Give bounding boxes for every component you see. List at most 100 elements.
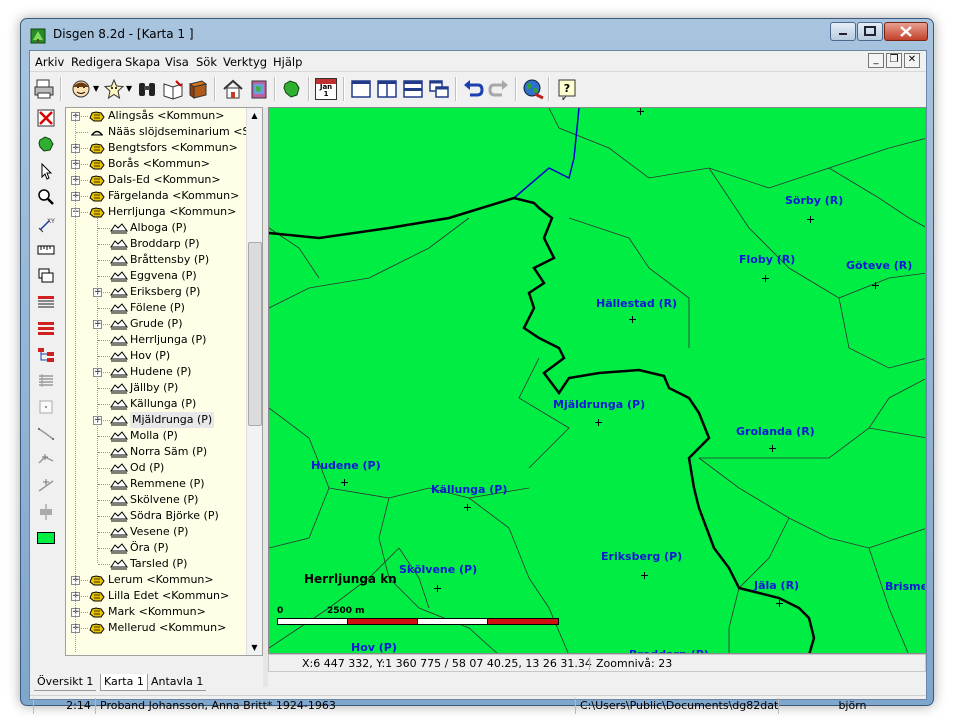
find-person-icon[interactable] xyxy=(103,78,125,100)
map-region-icon[interactable] xyxy=(281,78,303,100)
cascade-pane-icon[interactable] xyxy=(428,78,450,100)
place-marker-icon[interactable] xyxy=(769,445,776,452)
layers-icon[interactable] xyxy=(37,267,55,285)
map-place-label[interactable]: Brisme xyxy=(885,580,925,593)
single-pane-icon[interactable] xyxy=(350,78,372,100)
coordinate-icon[interactable]: XY xyxy=(37,215,55,233)
delete-icon[interactable] xyxy=(37,109,55,127)
menu-hjalp[interactable]: Hjälp xyxy=(273,55,302,69)
place-marker-icon[interactable] xyxy=(637,108,644,115)
place-marker-icon[interactable] xyxy=(807,216,814,223)
tree-connector xyxy=(98,548,110,549)
tree-connector xyxy=(98,564,110,565)
place-tree[interactable]: + Alingsås <Kommun> Nääs slöjdseminarium <… xyxy=(65,107,263,656)
place-marker-icon[interactable] xyxy=(776,600,783,607)
list-gray-icon[interactable] xyxy=(37,372,55,390)
tree-scrollbar[interactable]: ▲ ▼ xyxy=(246,108,262,655)
place-marker-icon[interactable] xyxy=(341,479,348,486)
minimize-button[interactable] xyxy=(830,22,856,41)
place-marker-icon[interactable] xyxy=(464,504,471,511)
map-book-icon[interactable] xyxy=(248,78,270,100)
scroll-down-button[interactable]: ▼ xyxy=(247,640,262,655)
place-marker-icon[interactable] xyxy=(595,419,602,426)
globe-icon[interactable] xyxy=(522,78,544,100)
tree-item-label: Od (P) xyxy=(130,461,165,474)
pointer-icon[interactable] xyxy=(37,162,55,180)
toolbar-separator xyxy=(515,77,517,101)
map-place-label[interactable]: Hällestad (R) xyxy=(596,297,677,310)
tab-antavla[interactable]: Antavla 1 xyxy=(148,674,207,691)
mdi-minimize-button[interactable]: _ xyxy=(868,53,884,68)
stacked-pane-icon[interactable] xyxy=(402,78,424,100)
map-place-label[interactable]: Grolanda (R) xyxy=(736,425,815,438)
line-edit-icon[interactable] xyxy=(37,477,55,495)
chevron-down-icon[interactable]: ▼ xyxy=(93,84,99,93)
list-red-bold-icon[interactable] xyxy=(37,320,55,338)
home-icon[interactable] xyxy=(222,78,244,100)
menu-verktyg[interactable]: Verktyg xyxy=(223,55,267,69)
menu-skapa[interactable]: Skapa xyxy=(125,55,160,69)
map-place-label[interactable]: Eriksberg (P) xyxy=(601,550,682,563)
menu-redigera[interactable]: Redigera xyxy=(71,55,122,69)
help-icon[interactable]: ? xyxy=(556,78,578,100)
scroll-thumb[interactable] xyxy=(248,242,262,426)
open-book-icon[interactable] xyxy=(162,78,184,100)
binoculars-icon[interactable] xyxy=(136,78,158,100)
map-view[interactable]: Sörby (R) Floby (R) Göteve (R) Hällestad (R… xyxy=(268,107,926,654)
close-button[interactable] xyxy=(884,22,928,41)
chevron-down-icon[interactable]: ▼ xyxy=(126,84,132,93)
map-place-label[interactable]: Källunga (P) xyxy=(431,483,507,496)
map-place-label[interactable]: Göteve (R) xyxy=(846,259,912,272)
green-rect-icon[interactable] xyxy=(37,529,55,547)
maximize-button[interactable] xyxy=(857,22,883,41)
tree-item-label: Mellerud <Kommun> xyxy=(108,621,227,634)
menu-arkiv[interactable]: Arkiv xyxy=(35,55,64,69)
place-marker-icon[interactable] xyxy=(872,282,879,289)
tree-connector xyxy=(98,436,110,437)
map-place-label[interactable]: Hudene (P) xyxy=(311,459,381,472)
tab-oversikt[interactable]: Översikt 1 xyxy=(34,674,97,691)
place-marker-icon[interactable] xyxy=(762,275,769,282)
calendar-icon[interactable]: Jan 1 xyxy=(315,78,337,100)
window-title: Disgen 8.2d - [Karta 1 ] xyxy=(53,27,194,41)
place-icon[interactable] xyxy=(37,503,55,521)
line-point-icon[interactable] xyxy=(37,451,55,469)
tree-icon[interactable] xyxy=(37,346,55,364)
map-place-label[interactable]: Floby (R) xyxy=(739,253,795,266)
zoom-icon[interactable] xyxy=(37,188,55,206)
menu-sok[interactable]: Sök xyxy=(196,55,217,69)
map-place-label[interactable]: Sörby (R) xyxy=(785,194,843,207)
map-place-label[interactable]: Skölvene (P) xyxy=(399,563,477,576)
ruler-icon[interactable] xyxy=(37,241,55,259)
tab-oversikt-label: Översikt 1 xyxy=(37,675,94,688)
book-icon[interactable] xyxy=(187,78,209,100)
tab-karta[interactable]: Karta 1 xyxy=(100,674,148,691)
tree-item-label: Källunga (P) xyxy=(130,397,197,410)
person-icon[interactable] xyxy=(70,78,92,100)
title-bar[interactable]: Disgen 8.2d - [Karta 1 ] xyxy=(21,19,933,51)
mdi-restore-button[interactable]: ❐ xyxy=(886,53,902,68)
list-red-icon[interactable] xyxy=(37,294,55,312)
two-pane-icon[interactable] xyxy=(376,78,398,100)
map-kommun-label[interactable]: Herrljunga kn xyxy=(304,572,397,586)
place-marker-icon[interactable] xyxy=(434,585,441,592)
line-icon[interactable] xyxy=(37,425,55,443)
region-icon[interactable] xyxy=(37,135,55,153)
tree-item-label: Jällby (P) xyxy=(130,381,179,394)
tab-karta-label: Karta 1 xyxy=(104,675,144,688)
map-place-label[interactable]: Mjäldrunga (P) xyxy=(553,398,645,411)
place-marker-icon[interactable] xyxy=(629,316,636,323)
tree-item-label: Skölvene (P) xyxy=(130,493,199,506)
scroll-up-button[interactable]: ▲ xyxy=(247,108,262,123)
print-icon[interactable] xyxy=(33,78,55,100)
square-icon[interactable] xyxy=(37,398,55,416)
map-place-label[interactable]: Jäla (R) xyxy=(754,579,799,592)
tree-item-label: Alingsås <Kommun> xyxy=(108,109,225,122)
redo-icon[interactable] xyxy=(488,78,510,100)
mdi-close-button[interactable]: ✕ xyxy=(904,53,920,68)
menu-visa[interactable]: Visa xyxy=(165,55,189,69)
map-place-label[interactable]: Hov (P) xyxy=(351,641,397,653)
place-marker-icon[interactable] xyxy=(641,572,648,579)
tree-connector xyxy=(98,276,110,277)
undo-icon[interactable] xyxy=(462,78,484,100)
